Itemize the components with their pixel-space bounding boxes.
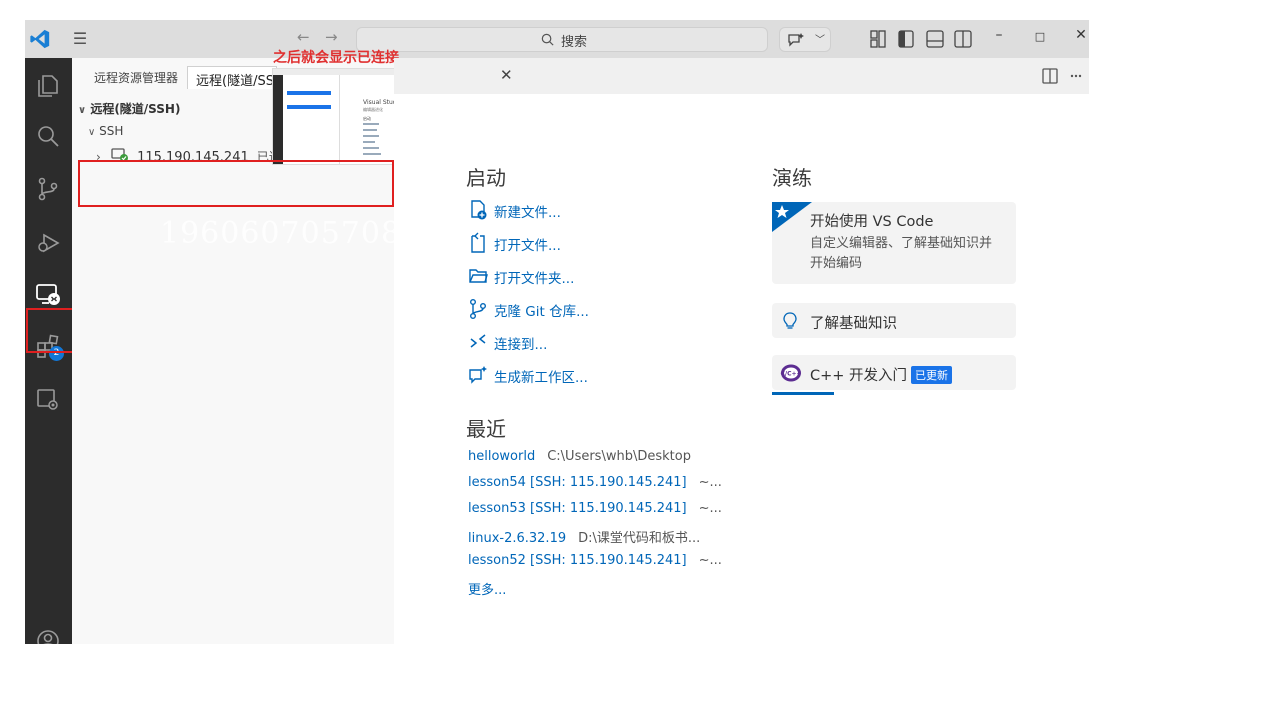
connect-to-label: 连接到... [494,337,548,353]
recent-item[interactable]: lesson52 [SSH: 115.190.145.241] ~... [468,553,722,568]
close-button[interactable]: ✕ [1071,27,1089,43]
recent-path: ~... [698,553,722,568]
recent-path: ~... [698,501,722,516]
editor-tab-bar: ✕ [394,58,1089,94]
vscode-logo-icon [30,29,50,49]
welcome-page: 启动 新建文件... 打开文件... 打开文件夹... 克隆 Git 仓库...… [394,94,1089,644]
tab-remote-explorer[interactable]: 远程资源管理器 [94,69,178,86]
featured-star-icon [772,202,812,232]
ssh-group[interactable]: ∨ SSH [88,124,123,138]
more-actions-icon [1070,74,1082,78]
remote-explorer-icon [36,284,60,305]
layout-controls[interactable] [869,29,979,49]
chat-sparkle-icon [469,366,487,384]
search-activity[interactable] [25,113,72,157]
menu-button[interactable]: ☰ [71,28,89,50]
run-debug-activity[interactable] [25,220,72,264]
clone-git-label: 克隆 Git 仓库... [494,304,589,320]
remote-extension-icon [37,389,58,410]
search-placeholder: 搜索 [561,35,588,50]
walkthrough-description: 开始编码 [810,256,863,271]
minimize-button[interactable]: – [989,27,1009,43]
chevron-down-icon: ﹀ [815,35,825,46]
walkthrough-title: 了解基础知识 [810,316,897,332]
open-file-label: 打开文件... [494,238,561,254]
start-section-title: 启动 [466,166,506,190]
maximize-button[interactable]: □ [1030,30,1050,43]
walkthrough-description: 自定义编辑器、了解基础知识并 [810,236,993,251]
account-icon [37,630,59,644]
open-folder-label: 打开文件夹... [494,271,575,287]
lightbulb-icon [783,312,797,329]
walkthrough-cpp[interactable]: C/C++ C++ 开发入门 已更新 [772,355,1016,390]
new-workspace-label: 生成新工作区... [494,370,588,386]
forward-arrow-icon[interactable]: → [325,28,338,46]
toggle-sidebar-icon [898,30,914,48]
chat-sparkle-icon [788,33,804,47]
thumb-section: 启动 [363,116,371,121]
walkthroughs-section-title: 演练 [772,166,812,190]
recent-name: lesson54 [SSH: 115.190.145.241] [468,475,687,490]
open-file-icon [471,232,485,253]
back-arrow-icon[interactable]: ← [297,28,310,46]
new-file-icon [471,200,487,220]
split-editor-icon [1042,68,1058,84]
tree-section-header[interactable]: ∨ 远程(隧道/SSH) [78,100,180,117]
command-search-box[interactable]: 搜索 [356,27,768,52]
annotation-highlight-box [78,160,394,207]
tree-section-label: 远程(隧道/SSH) [90,102,181,116]
search-icon [38,126,59,147]
search-icon [541,33,554,46]
recent-item[interactable]: helloworld C:\Users\whb\Desktop [468,449,691,464]
activity-bar: 2 [25,58,80,644]
walkthrough-title: 开始使用 VS Code [810,214,934,230]
recent-item[interactable]: lesson53 [SSH: 115.190.145.241] ~... [468,501,722,516]
annotation-text: 之后就会显示已连接 [273,50,399,66]
recent-name: linux-2.6.32.19 [468,531,567,546]
recent-path: C:\Users\whb\Desktop [547,449,691,464]
accounts-activity[interactable] [25,618,72,644]
walkthrough-get-started[interactable]: 开始使用 VS Code 自定义编辑器、了解基础知识并 开始编码 [772,202,1016,284]
tab-remote-tunnel-ssh[interactable]: 远程(隧道/SSH) [187,66,277,89]
svg-text:C/C++: C/C++ [780,371,801,378]
walkthrough-title: C++ 开发入门 已更新 [810,364,953,385]
remote-connect-icon [470,334,486,348]
more-recent-link[interactable]: 更多... [468,579,506,598]
source-control-icon [38,177,58,201]
title-bar: ☰ ← → 搜索 ﹀ – □ ✕ [25,20,1089,58]
recent-name: helloworld [468,449,536,464]
customize-layout-icon [870,30,886,48]
recent-item[interactable]: linux-2.6.32.19 D:\课堂代码和板书... [468,527,700,546]
chevron-down-icon: ∨ [88,127,96,138]
updated-badge: 已更新 [911,366,953,384]
recent-name: lesson52 [SSH: 115.190.145.241] [468,553,687,568]
toggle-panel-icon [926,30,944,48]
cpp-icon: C/C++ [780,364,802,382]
ssh-group-label: SSH [99,124,124,138]
chat-button[interactable]: ﹀ [779,27,831,52]
recent-section-title: 最近 [466,417,506,441]
run-debug-icon [38,233,60,253]
open-folder-icon [469,269,488,283]
walkthrough-progress-bar [772,392,834,395]
recent-path: D:\课堂代码和板书... [578,531,701,546]
recent-name: lesson53 [SSH: 115.190.145.241] [468,501,687,516]
close-tab-icon[interactable]: ✕ [500,66,513,84]
toggle-secondary-sidebar-icon [954,30,972,48]
remote-extension-activity[interactable] [25,376,72,420]
recent-path: ~... [698,475,722,490]
chevron-down-icon: ∨ [78,105,87,116]
explorer-icon [38,75,58,97]
git-clone-icon [470,299,486,319]
thumb-subtitle: 编辑器进化 [363,107,383,112]
vscode-window: ☰ ← → 搜索 ﹀ – □ ✕ 2 远程资源管理器 远程(隧道/SS ∨ 远程… [25,20,1089,644]
walkthrough-basics[interactable]: 了解基础知识 [772,303,1016,338]
explorer-activity[interactable] [25,62,72,106]
recent-item[interactable]: lesson54 [SSH: 115.190.145.241] ~... [468,475,722,490]
editor-actions[interactable] [1042,67,1086,85]
source-control-activity[interactable] [25,166,72,210]
new-file-label: 新建文件... [494,205,561,221]
walkthrough-cpp-label: C++ 开发入门 [810,368,908,384]
